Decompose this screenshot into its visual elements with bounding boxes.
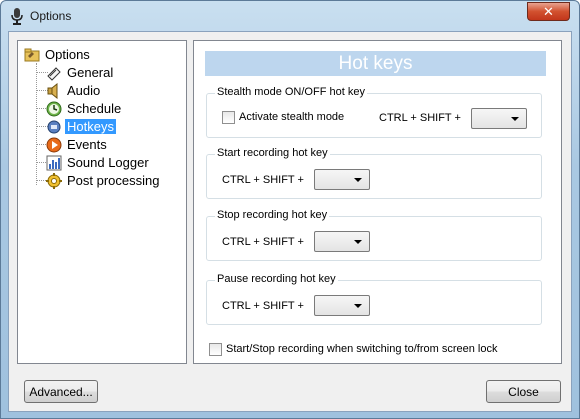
chevron-down-icon — [354, 240, 362, 244]
group-title: Stealth mode ON/OFF hot key — [215, 86, 367, 98]
tree-item-label: Sound Logger — [67, 155, 149, 170]
stop-key-select[interactable] — [314, 231, 370, 252]
options-tree: Options General Audio Schedule Hotkeys E… — [17, 40, 187, 364]
tree-item-hotkeys[interactable]: Hotkeys — [46, 118, 116, 135]
tree-guide-line — [36, 63, 37, 185]
tree-item-label: Hotkeys — [65, 119, 116, 134]
stealth-mode-checkbox[interactable] — [222, 111, 235, 124]
general-icon — [46, 65, 62, 81]
events-icon — [46, 137, 62, 153]
schedule-icon — [46, 101, 62, 117]
stop-hotkey-group: Stop recording hot key CTRL + SHIFT + — [206, 209, 542, 261]
screen-lock-label: Start/Stop recording when switching to/f… — [226, 343, 498, 355]
group-title: Stop recording hot key — [215, 209, 330, 221]
close-icon: ✕ — [543, 3, 554, 19]
title-bar[interactable]: Options ✕ — [1, 1, 579, 31]
tree-item-label: General — [67, 65, 114, 80]
tree-item-label: Post processing — [67, 173, 160, 188]
modifier-label: CTRL + SHIFT + — [379, 112, 461, 124]
hotkeys-icon — [46, 119, 62, 135]
start-key-select[interactable] — [314, 169, 370, 190]
modifier-label: CTRL + SHIFT + — [222, 236, 304, 248]
hotkeys-panel: Hot keys Stealth mode ON/OFF hot key Act… — [193, 40, 562, 364]
window-close-button[interactable]: ✕ — [527, 2, 570, 21]
group-title: Start recording hot key — [215, 147, 330, 159]
pause-hotkey-group: Pause recording hot key CTRL + SHIFT + — [206, 273, 542, 325]
dialog-client-area: Options General Audio Schedule Hotkeys E… — [8, 31, 572, 412]
stealth-key-select[interactable] — [471, 108, 527, 129]
post-processing-icon — [46, 172, 62, 189]
tree-item-options[interactable]: Options — [24, 46, 92, 63]
start-hotkey-group: Start recording hot key CTRL + SHIFT + — [206, 147, 542, 199]
group-title: Pause recording hot key — [215, 273, 338, 285]
tree-item-label: Events — [67, 137, 107, 152]
tree-item-post-processing[interactable]: Post processing — [46, 172, 162, 189]
options-window: Options ✕ Options General Audio Schedule… — [0, 0, 580, 419]
chevron-down-icon — [354, 304, 362, 308]
window-title: Options — [30, 9, 72, 23]
tree-item-sound-logger[interactable]: Sound Logger — [46, 154, 151, 171]
chevron-down-icon — [511, 117, 519, 121]
sound-logger-icon — [46, 155, 62, 171]
tree-item-schedule[interactable]: Schedule — [46, 100, 123, 117]
tree-item-general[interactable]: General — [46, 64, 115, 81]
pause-key-select[interactable] — [314, 295, 370, 316]
app-microphone-icon — [9, 7, 25, 25]
tree-item-label: Options — [45, 47, 90, 62]
tree-item-label: Schedule — [67, 101, 122, 116]
close-button[interactable]: Close — [486, 380, 561, 403]
advanced-button[interactable]: Advanced... — [24, 380, 98, 403]
stealth-mode-label: Activate stealth mode — [239, 111, 345, 123]
stealth-hotkey-group: Stealth mode ON/OFF hot key Activate ste… — [206, 86, 542, 138]
tree-item-label: Audio — [67, 83, 101, 98]
panel-title: Hot keys — [205, 51, 546, 76]
modifier-label: CTRL + SHIFT + — [222, 174, 304, 186]
chevron-down-icon — [354, 178, 362, 182]
audio-icon — [46, 82, 62, 99]
tree-item-audio[interactable]: Audio — [46, 82, 102, 99]
modifier-label: CTRL + SHIFT + — [222, 300, 304, 312]
screen-lock-checkbox[interactable] — [209, 343, 222, 356]
options-folder-icon — [24, 47, 40, 63]
tree-item-events[interactable]: Events — [46, 136, 109, 153]
